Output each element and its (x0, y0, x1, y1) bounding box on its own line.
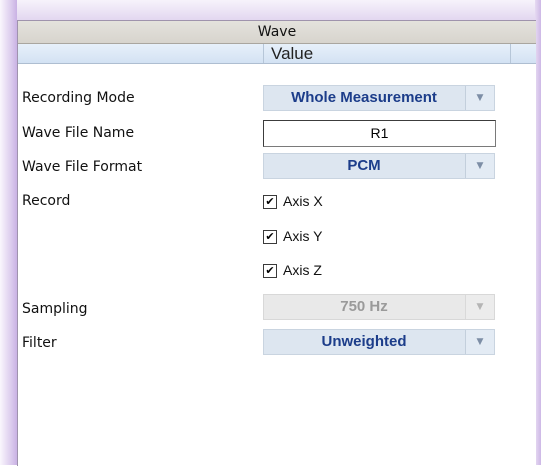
wave-file-name-label: Wave File Name (22, 125, 135, 141)
axis-z-label: Axis Z (283, 262, 322, 278)
recording-mode-select[interactable]: Whole Measurement ▼ (263, 85, 495, 111)
wave-file-format-value: PCM (347, 157, 381, 174)
filter-select[interactable]: Unweighted ▼ (263, 329, 495, 355)
chevron-down-icon[interactable]: ▼ (465, 330, 494, 354)
axis-y-label: Axis Y (283, 228, 323, 244)
chevron-down-icon: ▼ (465, 295, 494, 319)
chevron-down-icon[interactable]: ▼ (465, 86, 494, 110)
property-column-header[interactable] (18, 44, 264, 63)
sampling-value: 750 Hz (340, 298, 388, 315)
recording-mode-label: Recording Mode (22, 90, 135, 106)
checkmark-icon[interactable]: ✔ (263, 230, 277, 244)
sampling-label: Sampling (22, 301, 88, 317)
checkmark-icon[interactable]: ✔ (263, 195, 277, 209)
checkmark-icon[interactable]: ✔ (263, 264, 277, 278)
window-frame-top (0, 0, 541, 20)
sampling-select: 750 Hz ▼ (263, 294, 495, 320)
filter-value: Unweighted (321, 333, 407, 350)
chevron-down-icon[interactable]: ▼ (465, 154, 494, 178)
recording-mode-value: Whole Measurement (291, 89, 437, 106)
window-frame-left (0, 0, 17, 465)
value-column-divider (263, 44, 511, 63)
panel-title: Wave (18, 21, 536, 44)
axis-x-label: Axis X (283, 193, 323, 209)
wave-properties-panel: Wave Value Recording Mode Whole Measurem… (17, 20, 536, 466)
wave-file-name-input[interactable]: R1 (263, 120, 496, 147)
filter-label: Filter (22, 335, 57, 351)
record-label: Record (22, 193, 71, 209)
wave-file-format-label: Wave File Format (22, 159, 143, 175)
grid-header-row: Value (18, 44, 536, 64)
wave-file-format-select[interactable]: PCM ▼ (263, 153, 495, 179)
